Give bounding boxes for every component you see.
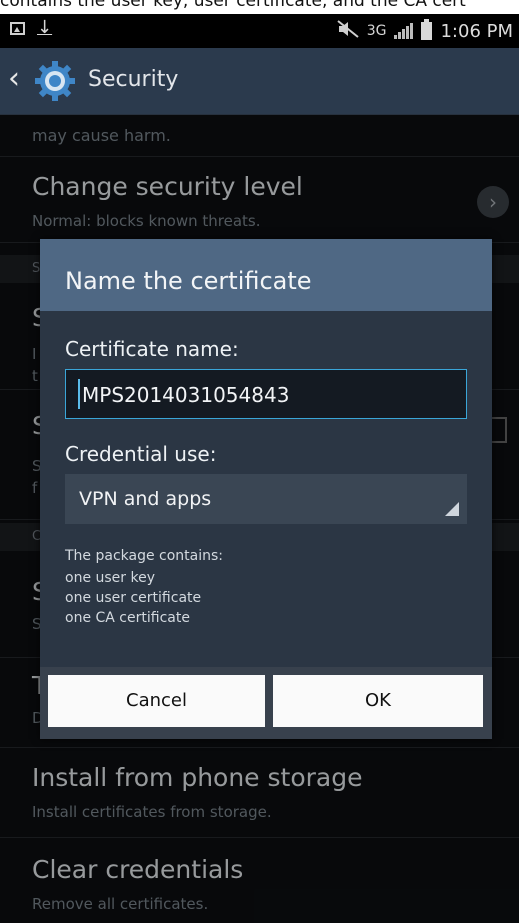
ok-button[interactable]: OK — [273, 675, 483, 727]
page-title: Security — [88, 67, 179, 92]
certificate-name-input[interactable]: MPS2014031054843 — [65, 369, 467, 419]
back-chevron-icon[interactable]: ‹ — [8, 64, 20, 94]
signal-icon — [394, 23, 414, 39]
package-item: one user certificate — [65, 590, 202, 606]
network-type: 3G — [366, 23, 387, 39]
certificate-name-value: MPS2014031054843 — [82, 383, 290, 407]
screenshot-icon — [10, 21, 25, 35]
package-item: one CA certificate — [65, 610, 190, 626]
credential-use-label: Credential use: — [65, 442, 217, 466]
dialog-header: Name the certificate — [40, 239, 492, 311]
package-heading: The package contains: — [65, 548, 224, 564]
caption-strip: contains the user key, user certificate,… — [0, 0, 519, 14]
text-cursor — [78, 379, 80, 409]
dropdown-corner-icon — [445, 502, 459, 516]
dialog-title: Name the certificate — [65, 267, 312, 295]
mute-icon — [337, 20, 359, 42]
battery-icon — [421, 19, 433, 40]
credential-use-value: VPN and apps — [79, 488, 212, 510]
dialog-button-bar: Cancel OK — [40, 667, 492, 739]
certificate-name-label: Certificate name: — [65, 337, 239, 361]
gear-icon[interactable] — [34, 60, 76, 102]
cancel-button[interactable]: Cancel — [48, 675, 265, 727]
clock: 1:06 PM — [440, 20, 513, 42]
name-certificate-dialog: Name the certificate Certificate name: M… — [40, 239, 492, 739]
caption-text: contains the user key, user certificate,… — [0, 0, 466, 11]
action-bar: ‹ Security — [0, 48, 519, 115]
download-icon: ↓ — [37, 17, 53, 38]
status-bar: ↓ 3G 1:06 PM — [0, 14, 519, 48]
credential-use-select[interactable]: VPN and apps — [65, 474, 467, 524]
package-item: one user key — [65, 570, 155, 586]
